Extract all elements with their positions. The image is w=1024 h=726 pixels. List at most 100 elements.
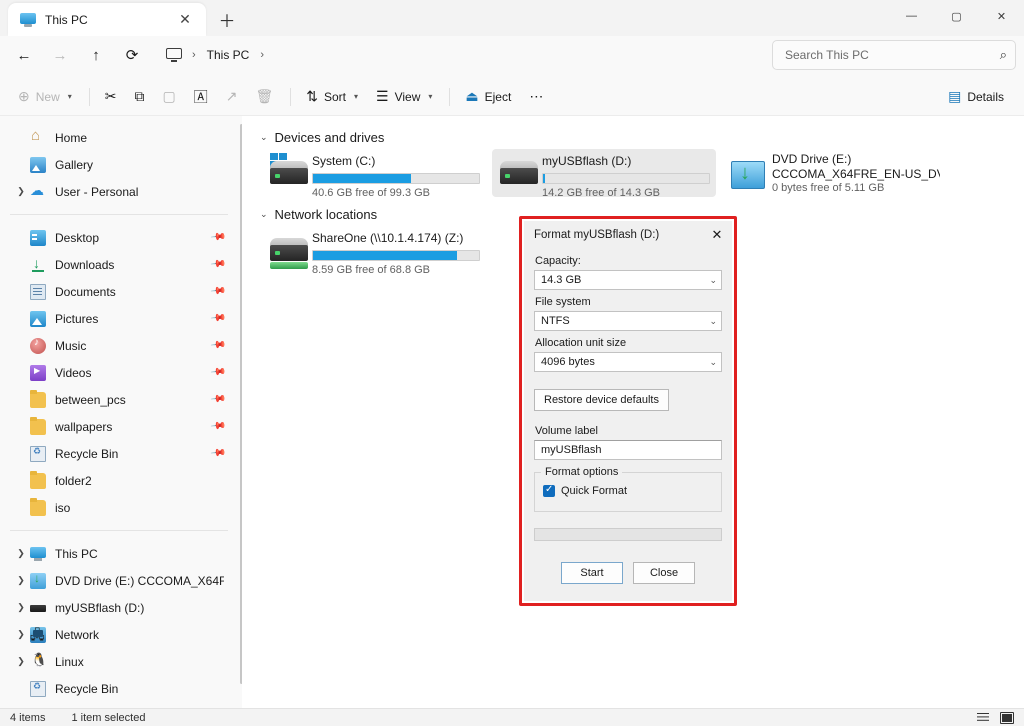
refresh-button[interactable]: ⟳ xyxy=(116,40,148,70)
chevron-right-icon[interactable]: ❯ xyxy=(12,602,30,613)
eject-icon: ⏏ xyxy=(465,88,479,104)
sidebar-item-folder2[interactable]: folder2 xyxy=(4,467,236,494)
sidebar-item-network[interactable]: ❯ Network xyxy=(4,621,236,648)
sidebar-item-this-pc[interactable]: ❯ This PC xyxy=(4,540,236,567)
pin-icon[interactable]: 📌 xyxy=(209,337,226,353)
breadcrumb-item-this-pc[interactable]: This PC xyxy=(202,45,255,65)
group-header-devices-and-drives[interactable]: ⌄ Devices and drives xyxy=(250,126,1024,149)
format-progress-bar xyxy=(534,528,722,541)
paste-button[interactable]: ▢ xyxy=(155,82,184,112)
filesystem-label: File system xyxy=(535,296,591,308)
sidebar-item-between-pcs[interactable]: between_pcs 📌 xyxy=(4,386,236,413)
sidebar-item-recycle-bin-tree[interactable]: Recycle Bin xyxy=(4,675,236,702)
drive-capacity-text: 14.2 GB free of 14.3 GB xyxy=(542,187,661,199)
new-label: New xyxy=(35,89,60,104)
pin-icon[interactable]: 📌 xyxy=(209,364,226,380)
maximize-icon[interactable]: ▢ xyxy=(934,0,979,32)
quick-format-row[interactable]: Quick Format xyxy=(543,484,713,497)
sidebar-item-recycle-bin[interactable]: Recycle Bin 📌 xyxy=(4,440,236,467)
more-button[interactable]: ⋯ xyxy=(521,82,551,112)
share-button[interactable]: ↗ xyxy=(218,82,246,112)
chevron-down-icon[interactable]: ⌄ xyxy=(260,209,268,220)
forward-button[interactable]: → xyxy=(44,40,76,70)
pin-icon[interactable]: 📌 xyxy=(209,391,226,407)
pin-icon[interactable]: 📌 xyxy=(209,445,226,461)
pin-icon[interactable]: 📌 xyxy=(209,310,226,326)
tiles-view-icon[interactable] xyxy=(1000,711,1014,724)
details-pane-button[interactable]: ▤ Details xyxy=(940,82,1012,112)
back-button[interactable]: ← xyxy=(8,40,40,70)
search-input[interactable]: Search This PC ⌕ xyxy=(772,40,1016,70)
sort-button[interactable]: ⇅ Sort ▾ xyxy=(298,82,366,112)
sidebar-item-label: folder2 xyxy=(55,473,92,488)
start-button[interactable]: Start xyxy=(561,562,623,584)
cut-button[interactable]: ✂ xyxy=(97,82,125,112)
volume-label-input[interactable]: myUSBflash xyxy=(534,440,722,460)
format-dialog[interactable]: Format myUSBflash (D:) ✕ Capacity: 14.3 … xyxy=(524,221,732,601)
pin-icon[interactable]: 📌 xyxy=(209,418,226,434)
close-icon[interactable]: ✕ xyxy=(979,0,1024,32)
filesystem-select[interactable]: NTFS ⌄ xyxy=(534,311,722,331)
sidebar-item-wallpapers[interactable]: wallpapers 📌 xyxy=(4,413,236,440)
pin-icon[interactable]: 📌 xyxy=(209,256,226,272)
capacity-select[interactable]: 14.3 GB ⌄ xyxy=(534,270,722,290)
sidebar-item-gallery[interactable]: Gallery xyxy=(4,151,236,178)
chevron-right-icon[interactable]: ❯ xyxy=(12,548,30,559)
allocation-unit-size-select[interactable]: 4096 bytes ⌄ xyxy=(534,352,722,372)
sidebar-item-videos[interactable]: Videos 📌 xyxy=(4,359,236,386)
delete-button[interactable]: 🗑 xyxy=(247,82,281,112)
pin-icon[interactable]: 📌 xyxy=(209,283,226,299)
navigation-pane[interactable]: Home Gallery ❯ User - Personal Desktop 📌… xyxy=(0,116,242,708)
drive-item-myusbflash-d[interactable]: myUSBflash (D:) 14.2 GB free of 14.3 GB xyxy=(492,149,716,199)
new-tab-button[interactable]: ＋ xyxy=(212,4,242,34)
view-button[interactable]: ☰ View ▾ xyxy=(368,82,440,112)
tab-this-pc[interactable]: This PC ✕ xyxy=(8,3,206,36)
sidebar-item-myusbflash[interactable]: ❯ myUSBflash (D:) xyxy=(4,594,236,621)
chevron-down-icon[interactable]: ⌄ xyxy=(709,316,717,327)
sidebar-item-downloads[interactable]: Downloads 📌 xyxy=(4,251,236,278)
drive-item-system-c[interactable]: System (C:) 40.6 GB free of 99.3 GB xyxy=(262,149,486,199)
chevron-right-icon[interactable]: ❯ xyxy=(12,575,30,586)
selection-status: 1 item selected xyxy=(71,711,146,724)
sidebar-item-pictures[interactable]: Pictures 📌 xyxy=(4,305,236,332)
sidebar-item-user-personal[interactable]: ❯ User - Personal xyxy=(4,178,236,205)
breadcrumb[interactable]: › This PC › xyxy=(158,40,762,70)
sidebar-item-linux[interactable]: ❯ Linux xyxy=(4,648,236,675)
chevron-down-icon[interactable]: ⌄ xyxy=(260,132,268,143)
search-icon[interactable]: ⌕ xyxy=(1000,47,1007,63)
rename-button[interactable]: 🄰 xyxy=(186,82,216,112)
chevron-right-icon[interactable]: ❯ xyxy=(12,629,30,640)
close-button[interactable]: Close xyxy=(633,562,695,584)
drive-item-shareone-z[interactable]: ShareOne (\\10.1.4.174) (Z:) 8.59 GB fre… xyxy=(262,226,486,276)
sidebar-item-dvd-drive[interactable]: ❯ DVD Drive (E:) CCCOMA_X64FRE_EN-US_DV xyxy=(4,567,236,594)
folder-icon xyxy=(30,416,46,435)
chevron-down-icon[interactable]: ⌄ xyxy=(709,357,717,368)
sidebar-item-iso[interactable]: iso xyxy=(4,494,236,521)
copy-button[interactable]: ⧉ xyxy=(127,82,153,112)
sidebar-item-documents[interactable]: Documents 📌 xyxy=(4,278,236,305)
list-view-icon[interactable] xyxy=(976,712,990,724)
eject-button[interactable]: ⏏ Eject xyxy=(457,82,519,112)
allocation-unit-size-value: 4096 bytes xyxy=(541,356,595,368)
pin-icon[interactable]: 📌 xyxy=(209,229,226,245)
sidebar-item-music[interactable]: Music 📌 xyxy=(4,332,236,359)
up-button[interactable]: ↑ xyxy=(80,40,112,70)
sidebar-item-label: Videos xyxy=(55,365,92,380)
chevron-right-icon[interactable]: › xyxy=(260,49,264,61)
chevron-down-icon[interactable]: ⌄ xyxy=(709,275,717,286)
view-label: View xyxy=(394,89,421,104)
sidebar-item-desktop[interactable]: Desktop 📌 xyxy=(4,224,236,251)
close-icon[interactable]: ✕ xyxy=(704,224,730,246)
sidebar-item-home[interactable]: Home xyxy=(4,124,236,151)
restore-device-defaults-button[interactable]: Restore device defaults xyxy=(534,389,669,411)
new-button[interactable]: ⊕ New ▾ xyxy=(10,82,80,112)
drive-item-dvd-e[interactable]: ↓ DVD Drive (E:) CCCOMA_X64FRE_EN-US_DV9… xyxy=(722,149,946,197)
music-icon xyxy=(30,337,46,354)
this-pc-icon xyxy=(20,12,36,28)
minimize-icon[interactable]: — xyxy=(889,0,934,32)
quick-format-checkbox[interactable] xyxy=(543,484,555,497)
chevron-right-icon[interactable]: ❯ xyxy=(12,656,30,667)
chevron-right-icon[interactable]: ❯ xyxy=(12,186,30,197)
divider xyxy=(290,87,292,106)
close-icon[interactable]: ✕ xyxy=(172,7,198,33)
